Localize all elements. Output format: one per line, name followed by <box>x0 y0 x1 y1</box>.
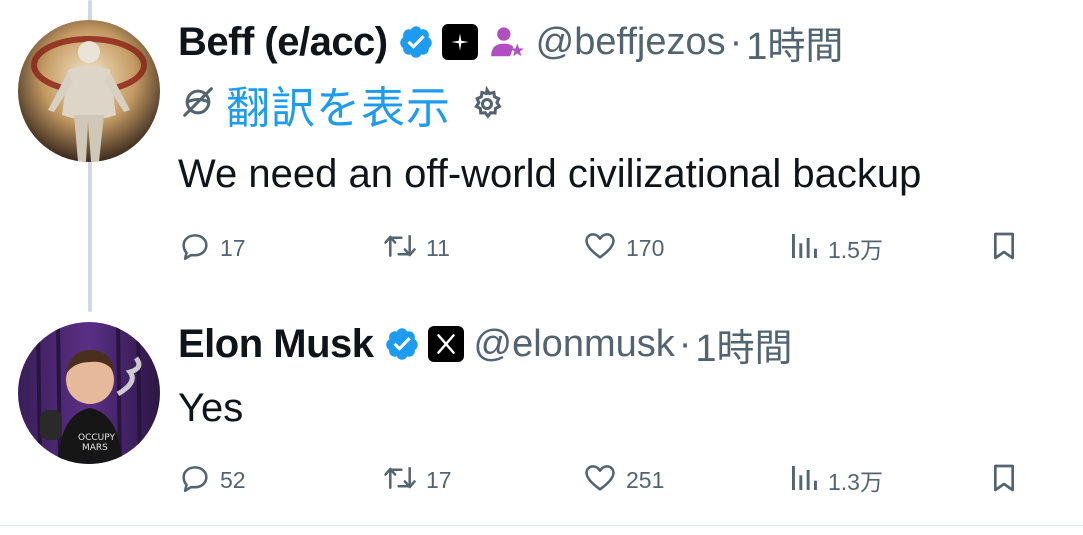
views-button[interactable]: 1.5万 <box>788 228 883 268</box>
gear-icon[interactable] <box>469 86 505 122</box>
tweet[interactable]: Beff (e/acc) @beffjezos · 1時間 翻訳を表示 We n… <box>0 0 1083 300</box>
separator-dot: · <box>729 20 743 63</box>
separator-dot: · <box>678 322 692 365</box>
bookmark-icon <box>988 461 1020 500</box>
display-name[interactable]: Beff (e/acc) <box>178 20 388 65</box>
display-name[interactable]: Elon Musk <box>178 322 374 367</box>
heart-icon <box>582 461 618 500</box>
like-button[interactable]: 251 <box>582 460 664 500</box>
retweet-icon <box>382 229 418 268</box>
reply-button[interactable]: 52 <box>178 460 246 500</box>
analytics-icon <box>788 462 820 499</box>
tweet-text: Yes <box>178 386 244 430</box>
timestamp[interactable]: 1時間 <box>695 317 792 372</box>
reply-button[interactable]: 17 <box>178 228 246 268</box>
bookmark-button[interactable] <box>988 460 1020 500</box>
avatar-image: OCCUPY MARS <box>18 322 160 464</box>
handle[interactable]: @elonmusk <box>474 323 675 366</box>
reply-icon <box>178 461 212 500</box>
affiliate-x-icon[interactable] <box>427 326 464 362</box>
heart-icon <box>582 229 618 268</box>
bookmark-icon <box>988 229 1020 268</box>
views-button[interactable]: 1.3万 <box>788 460 883 500</box>
svg-text:MARS: MARS <box>82 443 108 453</box>
timestamp[interactable]: 1時間 <box>746 15 843 70</box>
views-count: 1.5万 <box>828 237 883 263</box>
retweet-count: 17 <box>426 466 452 493</box>
verified-badge-icon <box>398 24 434 60</box>
globe-slash-icon <box>178 82 218 127</box>
like-count: 251 <box>626 466 665 493</box>
affiliate-x-icon[interactable] <box>441 24 478 60</box>
like-button[interactable]: 170 <box>582 228 664 268</box>
tweet[interactable]: OCCUPY MARS Elon Musk @elonmusk · 1時間 Ye… <box>0 300 1083 528</box>
tweet-header: Elon Musk @elonmusk · 1時間 <box>178 320 793 370</box>
translate-row: 翻訳を表示 <box>178 78 505 133</box>
views-count: 1.3万 <box>828 469 883 495</box>
bottom-divider <box>0 525 1083 526</box>
analytics-icon <box>788 230 820 267</box>
reply-count: 52 <box>220 466 246 493</box>
avatar[interactable]: OCCUPY MARS <box>18 322 160 464</box>
tweet-actions: 17 11 170 1.5万 <box>178 228 1028 268</box>
tweet-actions: 52 17 251 1.3万 <box>178 460 1028 500</box>
like-count: 170 <box>626 234 665 261</box>
show-translation-link[interactable]: 翻訳を表示 <box>226 72 451 136</box>
tweet-text: We need an off-world civilizational back… <box>178 152 922 196</box>
bookmark-button[interactable] <box>988 228 1020 268</box>
retweet-count: 11 <box>426 234 450 261</box>
subscriber-person-icon <box>488 23 526 61</box>
reply-count: 17 <box>220 234 246 261</box>
retweet-button[interactable]: 17 <box>382 460 452 500</box>
avatar[interactable] <box>18 20 160 162</box>
verified-badge-icon <box>384 326 420 362</box>
tweet-header: Beff (e/acc) @beffjezos · 1時間 <box>178 18 843 68</box>
handle[interactable]: @beffjezos <box>536 21 726 64</box>
avatar-image <box>18 20 160 162</box>
svg-text:OCCUPY: OCCUPY <box>78 433 115 443</box>
retweet-icon <box>382 461 418 500</box>
retweet-button[interactable]: 11 <box>382 228 450 268</box>
reply-icon <box>178 229 212 268</box>
